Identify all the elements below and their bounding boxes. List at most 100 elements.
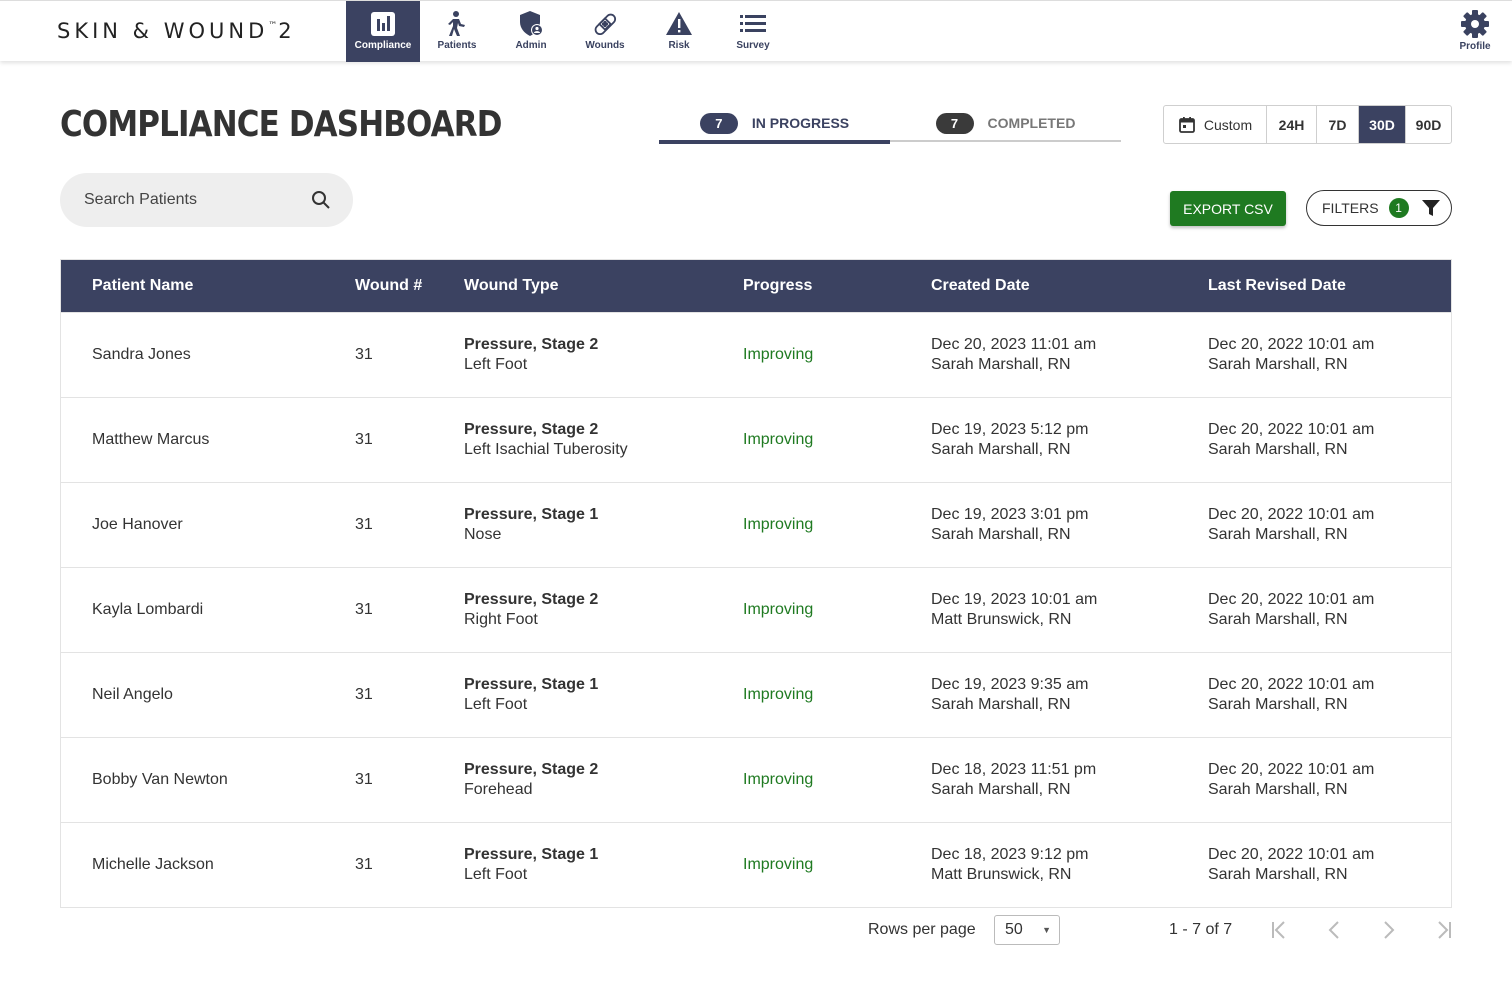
calendar-icon bbox=[1178, 116, 1195, 133]
created-by: Sarah Marshall, RN bbox=[931, 696, 1071, 713]
revised-date: Dec 20, 2022 10:01 am bbox=[1208, 506, 1375, 523]
header-progress[interactable]: Progress bbox=[743, 260, 812, 312]
status-tabs: 7 IN PROGRESS 7 COMPLETED bbox=[659, 104, 1121, 144]
patient-name: Joe Hanover bbox=[92, 516, 183, 533]
patient-name: Michelle Jackson bbox=[92, 856, 214, 873]
first-page-icon bbox=[1272, 921, 1285, 939]
progress-status: Improving bbox=[743, 601, 814, 618]
app-logo[interactable]: SKIN & WOUND™2 bbox=[57, 19, 296, 43]
progress-status: Improving bbox=[743, 516, 814, 533]
table-header: Patient Name Wound # Wound Type Progress… bbox=[61, 260, 1451, 312]
range-24h-button[interactable]: 24H bbox=[1267, 106, 1317, 143]
nav-item-wounds[interactable]: Wounds bbox=[568, 1, 642, 62]
revised-date: Dec 20, 2022 10:01 am bbox=[1208, 846, 1375, 863]
export-csv-button[interactable]: EXPORT CSV bbox=[1170, 191, 1286, 226]
prev-page-button[interactable] bbox=[1322, 917, 1348, 943]
compliance-table: Patient Name Wound # Wound Type Progress… bbox=[60, 259, 1452, 908]
created-by: Sarah Marshall, RN bbox=[931, 526, 1071, 543]
range-7d-button[interactable]: 7D bbox=[1317, 106, 1359, 143]
tab-label: COMPLETED bbox=[987, 115, 1076, 131]
created-date: Dec 20, 2023 11:01 am bbox=[931, 336, 1097, 353]
table-row[interactable]: Kayla Lombardi 31 Pressure, Stage 2 Right… bbox=[61, 567, 1451, 652]
tab-completed[interactable]: 7 COMPLETED bbox=[890, 104, 1121, 142]
nav-item-admin[interactable]: Admin bbox=[494, 1, 568, 62]
filters-count-badge: 1 bbox=[1388, 198, 1409, 218]
profile-button[interactable]: Profile bbox=[1458, 9, 1492, 52]
last-page-icon bbox=[1438, 921, 1451, 939]
bar-chart-icon bbox=[371, 12, 395, 36]
warning-icon bbox=[666, 12, 692, 35]
wound-number: 31 bbox=[355, 431, 373, 448]
nav-label: Patients bbox=[437, 40, 477, 51]
nav-item-patients[interactable]: Patients bbox=[420, 1, 494, 62]
rows-per-page-select[interactable]: 50 ▼ bbox=[994, 915, 1060, 945]
range-90d-button[interactable]: 90D bbox=[1406, 106, 1451, 143]
search-input[interactable] bbox=[84, 191, 311, 209]
search-icon[interactable] bbox=[311, 190, 331, 210]
progress-status: Improving bbox=[743, 431, 814, 448]
created-by: Sarah Marshall, RN bbox=[931, 781, 1071, 798]
wound-type: Pressure, Stage 1 bbox=[464, 506, 599, 523]
wound-type: Pressure, Stage 1 bbox=[464, 846, 599, 863]
header-created-date[interactable]: Created Date bbox=[931, 260, 1030, 312]
shield-user-icon bbox=[520, 11, 543, 36]
patient-name: Bobby Van Newton bbox=[92, 771, 228, 788]
revised-by: Sarah Marshall, RN bbox=[1208, 441, 1348, 458]
custom-range-button[interactable]: Custom bbox=[1164, 106, 1267, 143]
search-box bbox=[60, 173, 353, 227]
wound-location: Left Isachial Tuberosity bbox=[464, 441, 628, 458]
wound-number: 31 bbox=[355, 686, 373, 703]
revised-date: Dec 20, 2022 10:01 am bbox=[1208, 591, 1375, 608]
chevron-right-icon bbox=[1384, 921, 1395, 939]
profile-label: Profile bbox=[1459, 41, 1491, 52]
next-page-button[interactable] bbox=[1375, 917, 1401, 943]
nav-label: Wounds bbox=[585, 40, 625, 51]
tab-in-progress[interactable]: 7 IN PROGRESS bbox=[659, 104, 890, 144]
date-range-selector: Custom 24H 7D 30D 90D bbox=[1163, 105, 1452, 144]
wound-number: 31 bbox=[355, 346, 373, 363]
revised-by: Sarah Marshall, RN bbox=[1208, 781, 1348, 798]
count-badge: 7 bbox=[699, 112, 738, 134]
nav-item-risk[interactable]: Risk bbox=[642, 1, 716, 62]
table-row[interactable]: Bobby Van Newton 31 Pressure, Stage 2 For… bbox=[61, 737, 1451, 822]
created-by: Matt Brunswick, RN bbox=[931, 611, 1072, 628]
list-icon bbox=[740, 15, 766, 32]
revised-date: Dec 20, 2022 10:01 am bbox=[1208, 421, 1375, 438]
count-badge: 7 bbox=[935, 112, 974, 134]
revised-by: Sarah Marshall, RN bbox=[1208, 696, 1348, 713]
funnel-icon bbox=[1421, 200, 1440, 216]
table-row[interactable]: Sandra Jones 31 Pressure, Stage 2 Left Fo… bbox=[61, 312, 1451, 397]
last-page-button[interactable] bbox=[1430, 917, 1456, 943]
page-range-text: 1 - 7 of 7 bbox=[1169, 921, 1233, 938]
gear-icon bbox=[1461, 10, 1489, 38]
progress-status: Improving bbox=[743, 771, 814, 788]
nav-item-survey[interactable]: Survey bbox=[716, 1, 790, 62]
header-patient-name[interactable]: Patient Name bbox=[92, 260, 193, 312]
wound-location: Left Foot bbox=[464, 356, 528, 373]
wound-location: Forehead bbox=[464, 781, 533, 798]
table-row[interactable]: Matthew Marcus 31 Pressure, Stage 2 Left … bbox=[61, 397, 1451, 482]
header-wound-number[interactable]: Wound # bbox=[355, 260, 422, 312]
nav-label: Survey bbox=[736, 40, 770, 51]
filters-button[interactable]: FILTERS 1 bbox=[1306, 190, 1452, 226]
nav-item-compliance[interactable]: Compliance bbox=[346, 1, 420, 62]
header-wound-type[interactable]: Wound Type bbox=[464, 260, 559, 312]
created-date: Dec 19, 2023 3:01 pm bbox=[931, 506, 1089, 523]
filters-label: FILTERS bbox=[1322, 200, 1379, 216]
chevron-left-icon bbox=[1328, 921, 1339, 939]
wound-type: Pressure, Stage 2 bbox=[464, 761, 599, 778]
tab-label: IN PROGRESS bbox=[751, 115, 850, 131]
header-last-revised-date[interactable]: Last Revised Date bbox=[1208, 260, 1346, 312]
table-row[interactable]: Joe Hanover 31 Pressure, Stage 1 Nose Imp… bbox=[61, 482, 1451, 567]
custom-range-label: Custom bbox=[1203, 116, 1253, 133]
table-row[interactable]: Michelle Jackson 31 Pressure, Stage 1 Lef… bbox=[61, 822, 1451, 907]
range-30d-button[interactable]: 30D bbox=[1359, 106, 1406, 143]
wound-number: 31 bbox=[355, 601, 373, 618]
first-page-button[interactable] bbox=[1267, 917, 1293, 943]
wound-location: Right Foot bbox=[464, 611, 538, 628]
rows-per-page-value: 50 bbox=[1005, 921, 1023, 938]
table-row[interactable]: Neil Angelo 31 Pressure, Stage 1 Left Foo… bbox=[61, 652, 1451, 737]
progress-status: Improving bbox=[743, 346, 814, 363]
bandage-icon bbox=[594, 13, 617, 36]
wound-location: Nose bbox=[464, 526, 502, 543]
